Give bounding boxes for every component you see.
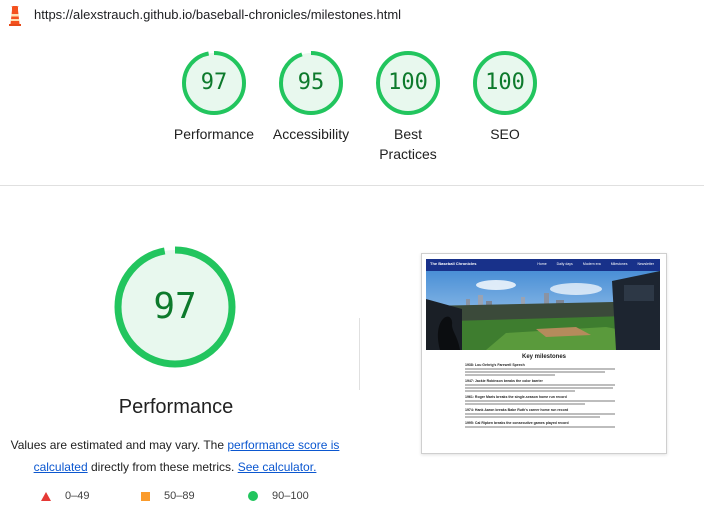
gauge-accessibility[interactable]: 95 Accessibility: [266, 50, 356, 144]
thumb-milestone: 1995: Cal Ripken breaks the consecutive …: [465, 421, 625, 428]
vertical-divider: [359, 318, 360, 390]
legend-pass: 90–100: [248, 490, 309, 502]
thumb-nav-item: Newsletter: [637, 262, 654, 266]
see-calculator-link[interactable]: See calculator.: [238, 460, 317, 474]
performance-description: Values are estimated and may vary. The p…: [10, 434, 340, 478]
desc-text: Values are estimated and may vary. The: [10, 438, 228, 452]
circle-icon: [248, 491, 258, 501]
thumb-navbar: The Baseball Chronicles Home Daily days …: [426, 259, 660, 271]
gauge-performance[interactable]: 97 Performance: [169, 50, 259, 144]
lighthouse-icon: [9, 6, 21, 26]
category-gauges: 97 Performance 95 Accessibility 100 Best…: [0, 50, 704, 170]
thumb-nav-links: Home Daily days Modern era Milestones Ne…: [537, 262, 654, 266]
thumb-brand: The Baseball Chronicles: [430, 261, 477, 266]
gauge-label: Accessibility: [272, 126, 350, 142]
desc-text: directly from these metrics.: [87, 460, 238, 474]
thumb-nav-item: Milestones: [610, 262, 628, 266]
square-icon: [141, 491, 150, 501]
thumb-milestone-title: 1974: Hank Aaron breaks Babe Ruth's care…: [465, 408, 569, 412]
gauge-score: 100: [485, 70, 525, 95]
gauge-label: Best Practices: [379, 126, 437, 162]
section-divider: [0, 185, 704, 186]
thumb-nav-item: Daily days: [556, 262, 573, 266]
thumb-milestone-title: 1961: Roger Maris breaks the single-seas…: [465, 395, 567, 399]
thumb-heading: Key milestones: [521, 354, 567, 360]
legend-range: 50–89: [164, 490, 195, 502]
page-url[interactable]: https://alexstrauch.github.io/baseball-c…: [34, 7, 401, 22]
gauge-label: Performance: [173, 126, 255, 142]
thumb-milestone: 1947: Jackie Robinson breaks the color b…: [465, 379, 625, 392]
thumb-milestone-title: 1938: Lou Gehrig's Farewell Speech: [465, 363, 525, 367]
performance-score: 97: [153, 286, 197, 327]
thumb-milestone-title: 1995: Cal Ripken breaks the consecutive …: [465, 421, 569, 425]
thumb-milestone: 1938: Lou Gehrig's Farewell Speech: [465, 363, 625, 376]
gauge-best-practices[interactable]: 100 Best Practices: [363, 50, 453, 164]
score-legend: 0–49 50–89 90–100: [0, 490, 352, 510]
legend-range: 90–100: [272, 490, 309, 502]
stadium-hero-image: [426, 271, 660, 350]
performance-title: Performance: [118, 396, 234, 418]
browser-bar: https://alexstrauch.github.io/baseball-c…: [0, 0, 704, 30]
thumb-milestone-title: 1947: Jackie Robinson breaks the color b…: [465, 379, 543, 383]
gauge-label: SEO: [490, 126, 520, 142]
thumb-milestone-list: 1938: Lou Gehrig's Farewell Speech 1947:…: [465, 363, 625, 431]
gauge-score: 95: [297, 70, 325, 95]
legend-fail: 0–49: [41, 490, 89, 502]
gauge-score: 100: [388, 70, 428, 95]
thumb-milestone: 1974: Hank Aaron breaks Babe Ruth's care…: [465, 408, 625, 418]
thumb-milestone: 1961: Roger Maris breaks the single-seas…: [465, 395, 625, 405]
gauge-seo[interactable]: 100 SEO: [460, 50, 550, 144]
legend-average: 50–89: [141, 490, 195, 502]
legend-range: 0–49: [65, 490, 90, 502]
triangle-icon: [41, 491, 51, 501]
thumb-nav-item: Modern era: [582, 262, 601, 266]
final-screenshot[interactable]: The Baseball Chronicles Home Daily days …: [421, 253, 667, 454]
thumb-nav-item: Home: [537, 262, 547, 266]
gauge-score: 97: [200, 70, 228, 95]
